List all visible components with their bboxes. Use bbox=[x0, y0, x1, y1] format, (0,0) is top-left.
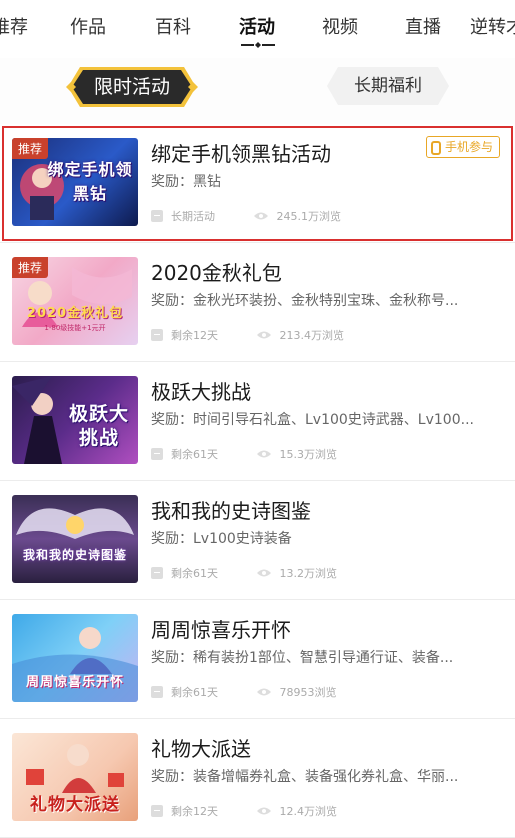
top-tab-bar: 推荐 作品 百科 活动 视频 直播 逆转才 bbox=[0, 0, 515, 58]
event-item[interactable]: 我和我的史诗图鉴 我和我的史诗图鉴 奖励：Lv100史诗装备 剩余61天 13.… bbox=[0, 481, 515, 600]
calendar-icon bbox=[151, 567, 163, 579]
event-views: 213.4万浏览 bbox=[279, 329, 345, 342]
tab-works[interactable]: 作品 bbox=[70, 13, 106, 39]
event-meta: 长期活动 245.1万浏览 bbox=[151, 208, 341, 224]
event-thumbnail: 我和我的史诗图鉴 bbox=[12, 495, 138, 583]
event-reward: 奖励：装备增幅券礼盒、装备强化券礼盒、华丽... bbox=[151, 769, 459, 785]
calendar-icon bbox=[151, 448, 163, 460]
calendar-icon bbox=[151, 210, 163, 222]
tab-videos[interactable]: 视频 bbox=[322, 13, 358, 39]
event-meta: 剩余61天 78953浏览 bbox=[151, 684, 337, 700]
event-item[interactable]: 极跃大挑战 极跃大挑战 奖励：时间引导石礼盒、Lv100史诗武器、Lv100..… bbox=[0, 362, 515, 481]
thumbnail-caption: 周周惊喜乐开怀 bbox=[25, 675, 124, 690]
wings-illustration bbox=[16, 508, 134, 539]
event-views: 15.3万浏览 bbox=[279, 448, 338, 461]
event-views: 13.2万浏览 bbox=[279, 567, 338, 580]
tab-more[interactable]: 逆转才 bbox=[470, 13, 515, 39]
recommend-badge: 推荐 bbox=[12, 138, 49, 159]
event-title: 周周惊喜乐开怀 bbox=[151, 618, 291, 642]
event-reward: 奖励：黑钻 bbox=[151, 174, 221, 190]
thumbnail-subcaption: 1-80级技能+1元开 bbox=[44, 324, 106, 332]
views-eye-icon bbox=[253, 212, 268, 220]
event-meta: 剩余61天 15.3万浏览 bbox=[151, 446, 337, 462]
calendar-icon bbox=[151, 805, 163, 817]
event-list: 绑定手机领黑钻 推荐 绑定手机领黑钻活动 手机参与 奖励：黑钻 长期活动 245… bbox=[0, 124, 515, 838]
thumbnail-caption: 我和我的史诗图鉴 bbox=[22, 548, 127, 562]
tab-recommend[interactable]: 推荐 bbox=[0, 13, 28, 39]
event-meta: 剩余61天 13.2万浏览 bbox=[151, 565, 337, 581]
thumbnail-caption: 极跃大挑战 bbox=[68, 403, 129, 449]
event-title: 绑定手机领黑钻活动 bbox=[151, 142, 331, 166]
event-reward: 奖励：稀有装扮1部位、智慧引导通行证、装备... bbox=[151, 650, 454, 666]
views-eye-icon bbox=[256, 569, 271, 577]
event-views: 78953浏览 bbox=[279, 686, 337, 699]
event-views: 12.4万浏览 bbox=[279, 805, 338, 818]
segment-long-term-benefits[interactable]: 长期福利 bbox=[326, 66, 450, 106]
event-time: 剩余12天 bbox=[171, 329, 218, 342]
phone-icon bbox=[430, 141, 441, 155]
tab-live[interactable]: 直播 bbox=[405, 13, 441, 39]
views-eye-icon bbox=[256, 450, 271, 458]
event-thumbnail: 礼物大派送 bbox=[12, 733, 138, 821]
event-item[interactable]: 礼物大派送 礼物大派送 奖励：装备增幅券礼盒、装备强化券礼盒、华丽... 剩余1… bbox=[0, 719, 515, 838]
event-time: 剩余61天 bbox=[171, 567, 218, 580]
event-reward: 奖励：时间引导石礼盒、Lv100史诗武器、Lv100... bbox=[151, 412, 474, 428]
phone-participation-tag: 手机参与 bbox=[425, 136, 500, 158]
thumbnail-caption: 2020金秋礼包 bbox=[26, 306, 124, 321]
event-title: 礼物大派送 bbox=[151, 737, 251, 761]
event-item[interactable]: 周周惊喜乐开怀 周周惊喜乐开怀 奖励：稀有装扮1部位、智慧引导通行证、装备...… bbox=[0, 600, 515, 719]
views-eye-icon bbox=[256, 688, 271, 696]
active-tab-indicator bbox=[241, 42, 275, 48]
event-reward: 奖励：金秋光环装扮、金秋特别宝珠、金秋称号... bbox=[151, 293, 459, 309]
event-thumbnail: 绑定手机领黑钻 推荐 bbox=[12, 138, 138, 226]
segment-limited-events[interactable]: 限时活动 bbox=[66, 65, 198, 109]
event-title: 2020金秋礼包 bbox=[151, 261, 282, 285]
event-meta: 剩余12天 12.4万浏览 bbox=[151, 803, 337, 819]
tab-events[interactable]: 活动 bbox=[239, 13, 275, 39]
phone-tag-label: 手机参与 bbox=[444, 140, 493, 154]
event-item[interactable]: 2020金秋礼包 1-80级技能+1元开 推荐 2020金秋礼包 奖励：金秋光环… bbox=[0, 243, 515, 362]
event-thumbnail: 2020金秋礼包 1-80级技能+1元开 推荐 bbox=[12, 257, 138, 345]
event-time: 长期活动 bbox=[171, 210, 215, 223]
event-meta: 剩余12天 213.4万浏览 bbox=[151, 327, 344, 343]
event-thumbnail: 极跃大挑战 bbox=[12, 376, 138, 464]
event-title: 极跃大挑战 bbox=[151, 380, 251, 404]
event-time: 剩余12天 bbox=[171, 805, 218, 818]
event-time: 剩余61天 bbox=[171, 448, 218, 461]
thumbnail-caption: 礼物大派送 bbox=[30, 795, 120, 815]
views-eye-icon bbox=[256, 807, 271, 815]
event-views: 245.1万浏览 bbox=[276, 210, 342, 223]
calendar-icon bbox=[151, 329, 163, 341]
recommend-badge: 推荐 bbox=[12, 257, 49, 278]
segment-long-term-label: 长期福利 bbox=[354, 76, 422, 96]
event-thumbnail: 周周惊喜乐开怀 bbox=[12, 614, 138, 702]
event-title: 我和我的史诗图鉴 bbox=[151, 499, 311, 523]
segment-limited-label: 限时活动 bbox=[93, 76, 170, 98]
event-item[interactable]: 绑定手机领黑钻 推荐 绑定手机领黑钻活动 手机参与 奖励：黑钻 长期活动 245… bbox=[0, 124, 515, 243]
event-time: 剩余61天 bbox=[171, 686, 218, 699]
event-reward: 奖励：Lv100史诗装备 bbox=[151, 531, 292, 547]
thumbnail-caption: 绑定手机领黑钻 bbox=[47, 160, 133, 203]
tab-wiki[interactable]: 百科 bbox=[155, 13, 191, 39]
calendar-icon bbox=[151, 686, 163, 698]
views-eye-icon bbox=[256, 331, 271, 339]
